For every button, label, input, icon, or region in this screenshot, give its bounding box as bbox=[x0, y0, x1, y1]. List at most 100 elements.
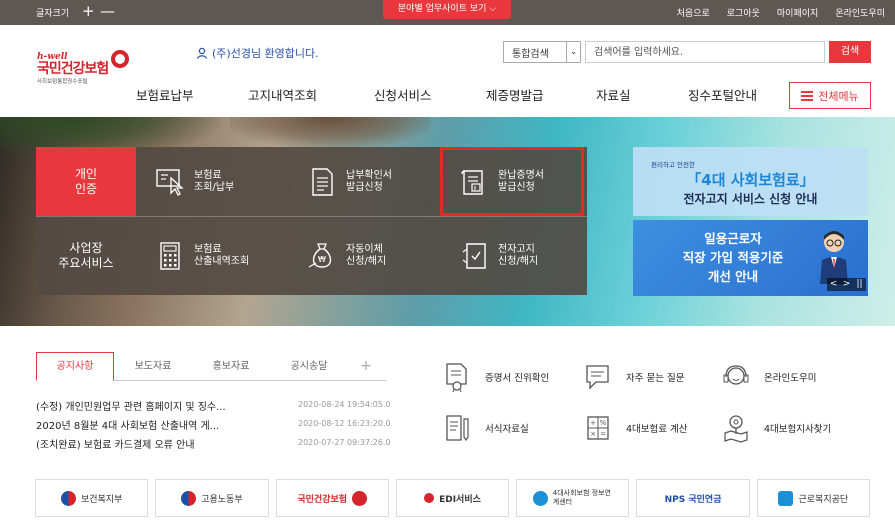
banner-prev-button[interactable]: < bbox=[827, 278, 840, 291]
taeguk-logo-icon bbox=[60, 490, 76, 506]
partner-logo-comwel[interactable]: 근로복지공단 bbox=[756, 479, 870, 517]
quick-online-helper[interactable]: 온라인도우미 bbox=[722, 362, 816, 392]
e-billing-banner[interactable]: 편리하고 안전한 「4대 사회보험료」 전자고지 서비스 신청 안내 bbox=[633, 147, 868, 216]
partner-label: 근로복지공단 bbox=[798, 494, 849, 505]
banner2-line2: 직장 가입 적용기준 bbox=[682, 250, 784, 265]
logo-subtitle: 사회보험통합징수포털 bbox=[37, 79, 88, 85]
font-size-label: 글자크기 bbox=[36, 9, 70, 19]
quick-branch-finder[interactable]: 4대보험지사찾기 bbox=[722, 413, 831, 443]
partner-logo-mohw[interactable]: 보건복지부 bbox=[35, 479, 149, 517]
utility-links: 처음으로 로그아웃 마이페이지 온라인도우미 bbox=[677, 0, 885, 25]
font-increase-button[interactable]: + bbox=[82, 2, 95, 20]
service-full-payment-certificate[interactable]: 완납증명서 발급신청 bbox=[440, 147, 587, 216]
tab-public-notice[interactable]: 공시송달 bbox=[270, 352, 348, 381]
business-services-button[interactable]: 사업장 주요서비스 bbox=[36, 216, 136, 295]
quick-label: 온라인도우미 bbox=[764, 373, 817, 384]
form-document-icon bbox=[446, 415, 469, 442]
e-bill-icon bbox=[456, 238, 492, 274]
banner-next-button[interactable]: > bbox=[840, 278, 853, 291]
tab-more-button[interactable]: + bbox=[348, 352, 384, 380]
welcome-text: (주)선경님 환영합니다. bbox=[212, 47, 319, 60]
service-label: 보험료 산출내역조회 bbox=[194, 244, 250, 267]
site-logo[interactable]: h-well 국민건강보험 사회보험통합징수포털 bbox=[37, 50, 129, 85]
news-title: (수정) 개인민원업무 관련 홈페이지 및 징수... bbox=[36, 402, 226, 413]
nav-notice-inquiry[interactable]: 고지내역조회 bbox=[248, 85, 317, 104]
link-mypage[interactable]: 마이페이지 bbox=[777, 6, 818, 19]
quick-faq[interactable]: 자주 묻는 질문 bbox=[584, 362, 684, 392]
certificate-verify-icon bbox=[446, 363, 467, 392]
field-site-dropdown[interactable]: 분야별 업무사이트 보기 ⌵ bbox=[383, 0, 511, 19]
service-label: 보험료 조회/납부 bbox=[194, 169, 235, 193]
headset-icon bbox=[723, 365, 749, 385]
search-input[interactable] bbox=[585, 41, 825, 63]
nav-portal-guide[interactable]: 징수포털안내 bbox=[688, 85, 757, 104]
quick-label: 증명서 진위확인 bbox=[485, 373, 550, 384]
service-auto-transfer[interactable]: ₩ 자동이체 신청/해지 bbox=[288, 216, 440, 295]
quick-label: 4대보험지사찾기 bbox=[764, 424, 832, 435]
tab-promotion[interactable]: 홍보자료 bbox=[192, 352, 270, 381]
svg-text:+: + bbox=[590, 419, 596, 427]
banner-pause-button[interactable]: || bbox=[853, 278, 866, 291]
news-title: 2020년 8월분 4대 사회보험 산출내역 게... bbox=[36, 421, 220, 432]
news-list: (수정) 개인민원업무 관련 홈페이지 및 징수... 2020-08-24 1… bbox=[36, 398, 396, 455]
money-bag-icon: ₩ bbox=[304, 238, 340, 274]
service-premium-calculation[interactable]: 보험료 산출내역조회 bbox=[136, 216, 288, 295]
nav-data-room[interactable]: 자료실 bbox=[596, 85, 631, 104]
partner-logo-moel[interactable]: 고용노동부 bbox=[155, 479, 269, 517]
quick-certificate-verify[interactable]: 증명서 진위확인 bbox=[443, 362, 549, 392]
tab-notice[interactable]: 공지사항 bbox=[36, 352, 114, 381]
document-icon bbox=[304, 164, 340, 200]
chevron-down-icon: ⌄ bbox=[566, 42, 580, 62]
banner-small-text: 편리하고 안전한 bbox=[651, 161, 695, 169]
nav-application-service[interactable]: 신청서비스 bbox=[374, 85, 432, 104]
quick-label: 자주 묻는 질문 bbox=[626, 373, 685, 384]
news-tabs: 공지사항 보도자료 홍보자료 공시송달 + bbox=[36, 352, 386, 381]
quick-premium-calculator[interactable]: +% × = 4대보험료 계산 bbox=[584, 413, 688, 443]
certificate-icon bbox=[456, 164, 492, 200]
cursor-screen-icon bbox=[152, 164, 188, 200]
partner-logo-4insure[interactable]: 4대사회보험 정보연계센터 bbox=[516, 479, 630, 517]
font-decrease-button[interactable]: — bbox=[100, 2, 115, 20]
search-button[interactable]: 검색 bbox=[829, 41, 871, 63]
service-e-billing[interactable]: 전자고지 신청/해지 bbox=[440, 216, 587, 295]
link-home[interactable]: 처음으로 bbox=[677, 6, 710, 19]
nav-certificate-issue[interactable]: 제증명발급 bbox=[486, 85, 544, 104]
heart-logo-icon bbox=[424, 493, 435, 503]
personal-auth-button[interactable]: 개인 인증 bbox=[36, 147, 136, 216]
daily-worker-banner[interactable]: 일용근로자 직장 가입 적용기준 개선 안내 < > || bbox=[633, 220, 868, 296]
partner-logo-nhis[interactable]: 국민건강보험 bbox=[275, 479, 389, 517]
search-scope-select[interactable]: 통합검색 ⌄ bbox=[503, 41, 581, 63]
list-item[interactable]: (조치완료) 보험료 카드결제 오류 안내 2020-07-27 09:37:2… bbox=[36, 436, 396, 455]
quick-forms[interactable]: 서식자료실 bbox=[443, 413, 529, 443]
welcome-message: (주)선경님 환영합니다. bbox=[196, 45, 319, 61]
partner-logo-nps[interactable]: NPS 국민연금 bbox=[636, 479, 750, 517]
service-label: 납부확인서 발급신청 bbox=[346, 169, 392, 193]
banner2-text: 일용근로자 직장 가입 적용기준 개선 안내 bbox=[633, 229, 833, 286]
calculator-icon: + % × = bbox=[587, 416, 609, 440]
nav-premium-payment[interactable]: 보험료납부 bbox=[136, 85, 194, 104]
service-payment-confirmation[interactable]: 납부확인서 발급신청 bbox=[288, 147, 440, 216]
link-online-helper[interactable]: 온라인도우미 bbox=[835, 6, 885, 19]
logo-heart-icon bbox=[111, 50, 129, 68]
map-pin-icon bbox=[724, 415, 748, 443]
swirl-logo-icon bbox=[532, 490, 548, 506]
comwel-logo-icon bbox=[778, 490, 794, 506]
quick-label: 4대보험료 계산 bbox=[626, 424, 688, 435]
list-item[interactable]: 2020년 8월분 4대 사회보험 산출내역 게... 2020-08-12 1… bbox=[36, 417, 396, 436]
tab-press[interactable]: 보도자료 bbox=[114, 352, 192, 381]
partner-label: EDI서비스 bbox=[439, 494, 481, 505]
calculator-icon bbox=[152, 238, 188, 274]
partner-label: 4대사회보험 정보연계센터 bbox=[552, 489, 611, 506]
link-logout[interactable]: 로그아웃 bbox=[727, 6, 760, 19]
all-menu-button[interactable]: 전체메뉴 bbox=[789, 82, 871, 109]
search-scope-value: 통합검색 bbox=[512, 48, 549, 60]
svg-text:×: × bbox=[590, 430, 596, 438]
faq-chat-icon bbox=[586, 365, 609, 390]
svg-text:₩: ₩ bbox=[318, 255, 326, 264]
list-item[interactable]: (수정) 개인민원업무 관련 홈페이지 및 징수... 2020-08-24 1… bbox=[36, 398, 396, 417]
taeguk-logo-icon bbox=[181, 490, 197, 506]
partner-logo-edi[interactable]: EDI서비스 bbox=[395, 479, 510, 517]
banner-controls: < > || bbox=[827, 278, 866, 291]
service-label: 전자고지 신청/해지 bbox=[498, 244, 539, 267]
service-premium-inquiry[interactable]: 보험료 조회/납부 bbox=[136, 147, 288, 216]
